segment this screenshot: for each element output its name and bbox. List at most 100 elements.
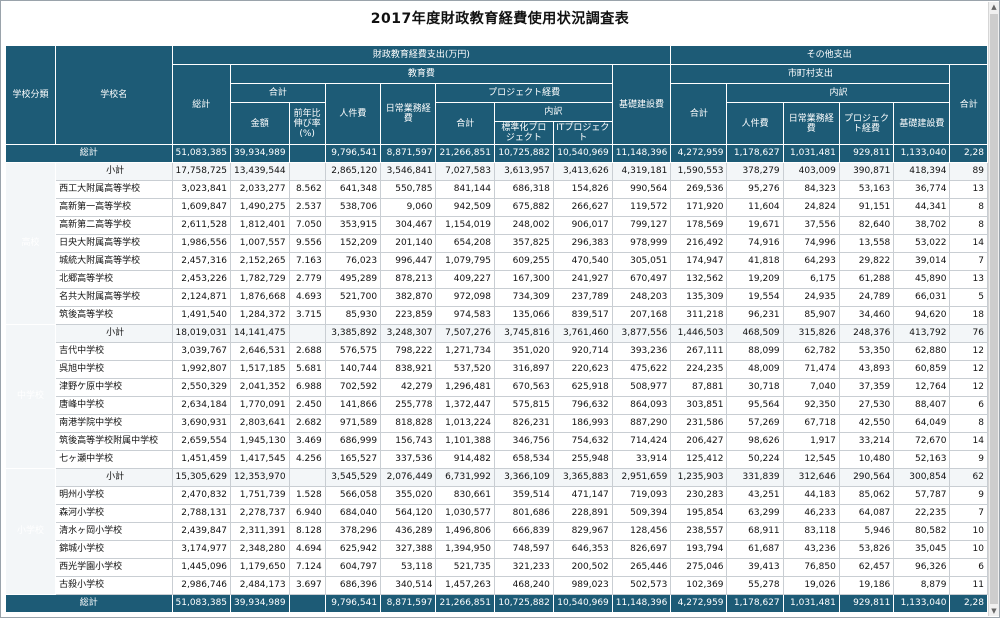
value-cell[interactable]: 128,456 xyxy=(611,522,672,541)
value-cell[interactable]: 238,557 xyxy=(670,522,728,541)
value-cell[interactable]: 9 xyxy=(949,486,988,505)
value-cell[interactable]: 39,934,989 xyxy=(230,144,290,163)
value-cell[interactable]: 972,098 xyxy=(435,288,495,307)
value-cell[interactable]: 1,917 xyxy=(782,432,840,451)
value-cell[interactable]: 18,019,031 xyxy=(171,324,232,343)
value-cell[interactable]: 2,28 xyxy=(949,594,988,613)
value-cell[interactable]: 63,299 xyxy=(726,504,784,523)
value-cell[interactable]: 12,353,970 xyxy=(230,468,290,487)
value-cell[interactable]: 996,447 xyxy=(380,252,437,271)
value-cell[interactable]: 12 xyxy=(949,360,988,379)
value-cell[interactable]: 1,590,553 xyxy=(670,162,728,181)
value-cell[interactable]: 230,283 xyxy=(670,486,728,505)
value-cell[interactable]: 305,051 xyxy=(611,252,672,271)
value-cell[interactable]: 193,794 xyxy=(670,540,728,559)
value-cell[interactable]: 734,309 xyxy=(493,288,554,307)
value-cell[interactable]: 799,127 xyxy=(611,216,672,235)
header-city-uchiwake[interactable]: 内訳 xyxy=(726,83,951,103)
value-cell[interactable]: 8 xyxy=(949,414,988,433)
header-uchiwake[interactable]: 内訳 xyxy=(493,102,613,122)
value-cell[interactable]: 29,822 xyxy=(838,252,895,271)
value-cell[interactable]: 237,789 xyxy=(552,288,613,307)
vertical-scrollbar[interactable]: ▲ ▼ xyxy=(988,2,999,616)
value-cell[interactable]: 248,376 xyxy=(838,324,895,343)
value-cell[interactable]: 62 xyxy=(949,468,988,487)
value-cell[interactable]: 1,296,481 xyxy=(435,378,495,397)
value-cell[interactable]: 2,484,173 xyxy=(230,576,290,595)
value-cell[interactable]: 978,999 xyxy=(611,234,672,253)
value-cell[interactable]: 62,782 xyxy=(782,342,840,361)
value-cell[interactable]: 670,497 xyxy=(611,270,672,289)
value-cell[interactable]: 1.528 xyxy=(288,486,326,505)
value-cell[interactable]: 839,517 xyxy=(552,306,613,325)
value-cell[interactable]: 9.556 xyxy=(288,234,326,253)
value-cell[interactable]: 2,788,131 xyxy=(171,504,232,523)
value-cell[interactable]: 19,671 xyxy=(726,216,784,235)
value-cell[interactable]: 2.779 xyxy=(288,270,326,289)
value-cell[interactable]: 9,796,541 xyxy=(324,594,382,613)
value-cell[interactable]: 357,825 xyxy=(493,234,554,253)
value-cell[interactable]: 521,735 xyxy=(435,558,495,577)
value-cell[interactable]: 4,272,959 xyxy=(670,144,728,163)
value-cell[interactable]: 17,758,725 xyxy=(171,162,232,181)
school-name-cell[interactable]: 七ヶ瀬中学校 xyxy=(55,450,173,469)
value-cell[interactable]: 22,235 xyxy=(893,504,951,523)
value-cell[interactable]: 61,687 xyxy=(726,540,784,559)
value-cell[interactable]: 436,289 xyxy=(380,522,437,541)
value-cell[interactable]: 403,009 xyxy=(782,162,840,181)
value-cell[interactable]: 53,022 xyxy=(893,234,951,253)
value-cell[interactable]: 11,604 xyxy=(726,198,784,217)
value-cell[interactable]: 3,546,841 xyxy=(380,162,437,181)
value-cell[interactable]: 61,288 xyxy=(838,270,895,289)
value-cell[interactable]: 74,916 xyxy=(726,234,784,253)
value-cell[interactable]: 13 xyxy=(949,270,988,289)
value-cell[interactable]: 7.050 xyxy=(288,216,326,235)
header-sokei[interactable]: 総計 xyxy=(171,64,232,145)
value-cell[interactable]: 686,999 xyxy=(324,432,382,451)
value-cell[interactable]: 509,394 xyxy=(611,504,672,523)
value-cell[interactable]: 95,564 xyxy=(726,396,784,415)
value-cell[interactable]: 85,062 xyxy=(838,486,895,505)
header-nichijo[interactable]: 日常業務経費 xyxy=(380,83,437,145)
table-row[interactable]: 城統大附属高等学校 2,457,316 2,152,265 7.163 76,023 99… xyxy=(6,252,988,271)
value-cell[interactable]: 132,562 xyxy=(670,270,728,289)
value-cell[interactable]: 82,640 xyxy=(838,216,895,235)
value-cell[interactable]: 3.469 xyxy=(288,432,326,451)
value-cell[interactable]: 6 xyxy=(949,558,988,577)
table-row[interactable]: 高新第一高等学校 1,609,847 1,490,275 2.537 538,706 9,… xyxy=(6,198,988,217)
value-cell[interactable]: 3,877,556 xyxy=(611,324,672,343)
value-cell[interactable]: 906,017 xyxy=(552,216,613,235)
value-cell[interactable]: 1,517,185 xyxy=(230,360,290,379)
value-cell[interactable]: 46,233 xyxy=(782,504,840,523)
value-cell[interactable]: 315,826 xyxy=(782,324,840,343)
value-cell[interactable]: 12,545 xyxy=(782,450,840,469)
school-name-cell[interactable]: 南港学院中学校 xyxy=(55,414,173,433)
value-cell[interactable]: 2,439,847 xyxy=(171,522,232,541)
value-cell[interactable]: 19,554 xyxy=(726,288,784,307)
value-cell[interactable]: 838,921 xyxy=(380,360,437,379)
value-cell[interactable]: 826,231 xyxy=(493,414,554,433)
value-cell[interactable]: 1,417,545 xyxy=(230,450,290,469)
value-cell[interactable]: 3.715 xyxy=(288,306,326,325)
value-cell[interactable]: 37,556 xyxy=(782,216,840,235)
value-cell[interactable]: 2,986,746 xyxy=(171,576,232,595)
value-cell[interactable]: 6.988 xyxy=(288,378,326,397)
value-cell[interactable]: 625,918 xyxy=(552,378,613,397)
school-name-cell[interactable]: 錦城小学校 xyxy=(55,540,173,559)
table-row[interactable]: 西光学園小学校 1,445,096 1,179,650 7.124 604,797 53,… xyxy=(6,558,988,577)
value-cell[interactable]: 878,213 xyxy=(380,270,437,289)
value-cell[interactable]: 796,632 xyxy=(552,396,613,415)
value-cell[interactable]: 10,725,882 xyxy=(493,594,554,613)
value-cell[interactable]: 714,424 xyxy=(611,432,672,451)
value-cell[interactable]: 841,144 xyxy=(435,180,495,199)
value-cell[interactable]: 154,826 xyxy=(552,180,613,199)
value-cell[interactable]: 275,046 xyxy=(670,558,728,577)
value-cell[interactable]: 33,214 xyxy=(838,432,895,451)
value-cell[interactable]: 1,446,503 xyxy=(670,324,728,343)
value-cell[interactable]: 378,279 xyxy=(726,162,784,181)
value-cell[interactable]: 1,133,040 xyxy=(893,144,951,163)
value-cell[interactable]: 1,079,795 xyxy=(435,252,495,271)
value-cell[interactable]: 3,174,977 xyxy=(171,540,232,559)
value-cell[interactable]: 1,992,807 xyxy=(171,360,232,379)
value-cell[interactable]: 564,120 xyxy=(380,504,437,523)
